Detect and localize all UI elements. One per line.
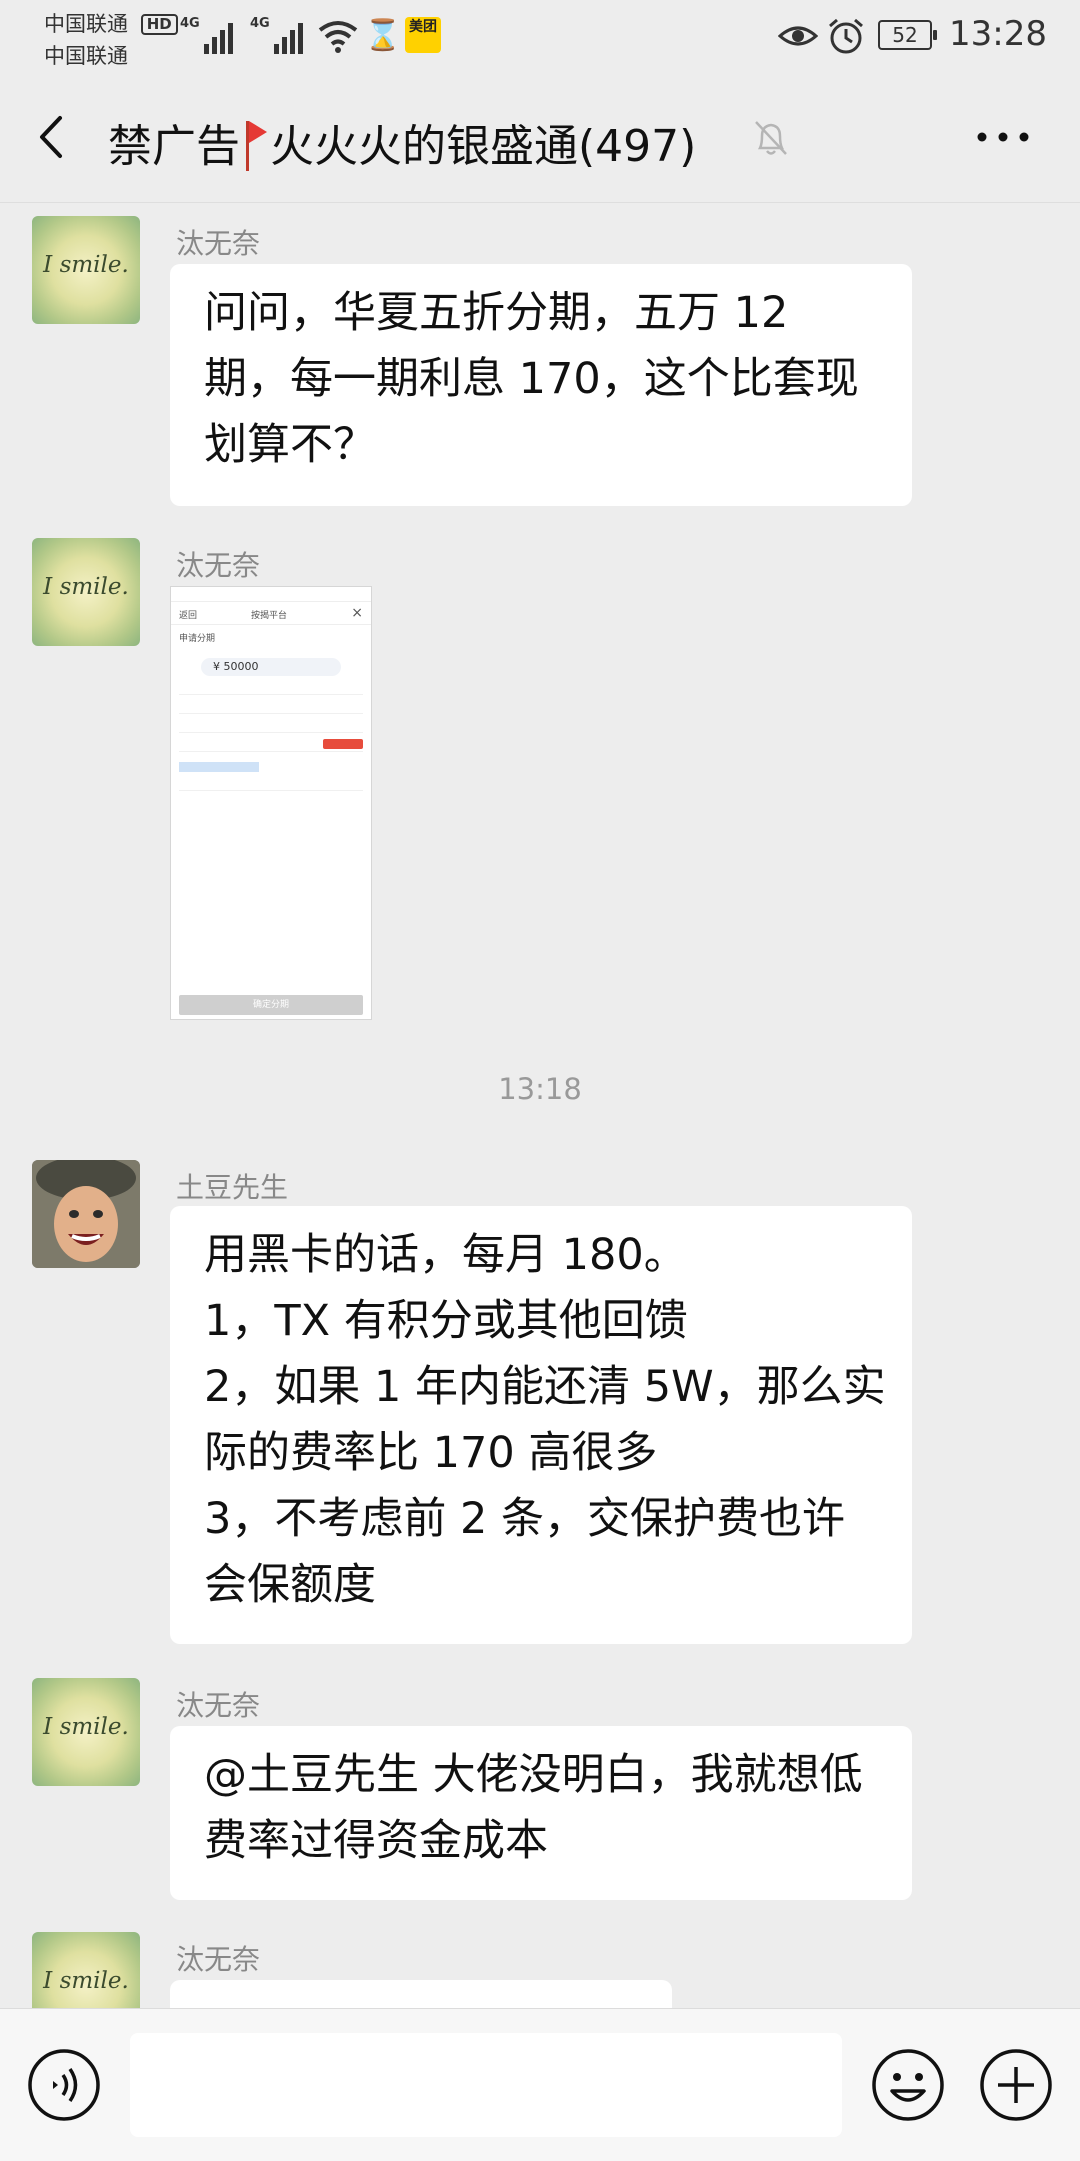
message-line: 用黑卡的话，每月 180。 — [204, 1230, 687, 1280]
carrier-1: 中国联通 HD — [44, 8, 178, 38]
wifi-icon — [318, 21, 358, 53]
avatar-text: I smile. — [43, 574, 129, 600]
carrier-1-label: 中国联通 — [44, 12, 128, 36]
image-confirm-button: 确定分期 — [179, 995, 363, 1015]
sender-name: 土豆先生 — [176, 1171, 289, 1204]
close-icon: × — [351, 605, 363, 621]
input-bar — [0, 2008, 1080, 2161]
chat-title: 禁广告 火火火的银盛通(497) — [108, 110, 696, 174]
message-text: @土豆先生 大佬没明白，我就想低费率过得资金成本 — [204, 1750, 863, 1866]
message-bubble[interactable]: @土豆先生 大佬没明白，我就想低费率过得资金成本 — [170, 1726, 912, 1900]
avatar[interactable]: I smile. — [32, 1678, 140, 1786]
avatar-text: I smile. — [43, 1968, 129, 1994]
signal-2-label: 4G — [250, 16, 270, 31]
chat-title-main: 火火火的银盛通(497) — [270, 121, 697, 172]
avatar[interactable]: I smile. — [32, 538, 140, 646]
image-title: 按揭平台 — [251, 611, 288, 621]
sender-name: 汰无奈 — [176, 227, 261, 260]
chevron-left-icon[interactable] — [30, 112, 80, 162]
meituan-app-icon: 美团 — [405, 17, 441, 53]
avatar[interactable] — [32, 1160, 140, 1268]
message-line: 2，如果 1 年内能还清 5W，那么实际的费率比 170 高很多 — [204, 1362, 886, 1478]
message-text: 问问，华夏五折分期，五万 12 期，每一期利息 170，这个比套现划算不？ — [204, 288, 859, 470]
image-section-title: 申请分期 — [179, 634, 216, 644]
sender-name: 汰无奈 — [176, 549, 261, 582]
image-back-label: 返回 — [179, 611, 198, 621]
more-dots-icon[interactable] — [975, 130, 1031, 144]
image-message[interactable]: 返回 按揭平台 × 申请分期 ¥ 50000 确定分期 — [170, 586, 372, 1020]
emoji-icon[interactable] — [870, 2047, 946, 2123]
signal-icon: 4G — [250, 16, 303, 54]
message-input[interactable] — [130, 2033, 842, 2137]
avatar-text: I smile. — [43, 1714, 129, 1740]
message-line: 1，TX 有积分或其他回馈 — [204, 1296, 688, 1346]
carrier-2: 中国联通 — [44, 44, 128, 68]
avatar[interactable]: I smile. — [32, 216, 140, 324]
timestamp: 13:18 — [498, 1072, 582, 1106]
image-amount: ¥ 50000 — [201, 658, 341, 676]
hourglass-icon: ⌛ — [364, 18, 402, 53]
message-bubble[interactable]: 用黑卡的话，每月 180。 1，TX 有积分或其他回馈 2，如果 1 年内能还清… — [170, 1206, 912, 1644]
voice-icon[interactable] — [26, 2047, 102, 2123]
status-bar: 中国联通 HD 中国联通 4G 4G ⌛ 美团 52 13:28 — [0, 0, 1080, 72]
alarm-icon — [829, 18, 863, 54]
meituan-label: 美团 — [409, 19, 437, 35]
eye-icon — [778, 26, 818, 46]
chat-title-prefix: 禁广告 — [108, 121, 240, 172]
face-avatar-image — [32, 1160, 140, 1268]
plus-icon[interactable] — [978, 2047, 1054, 2123]
signal-1-label: 4G — [180, 16, 200, 31]
signal-icon: 4G — [180, 16, 233, 54]
hd-badge: HD — [140, 14, 178, 35]
bell-off-icon — [755, 121, 787, 155]
battery-icon: 52 — [878, 20, 937, 50]
red-flag-icon — [244, 119, 267, 171]
message-bubble[interactable]: 问问，华夏五折分期，五万 12 期，每一期利息 170，这个比套现划算不？ — [170, 264, 912, 506]
status-time: 13:28 — [949, 14, 1047, 54]
sender-name: 汰无奈 — [176, 1689, 261, 1722]
sender-name: 汰无奈 — [176, 1943, 261, 1976]
chat-header: 禁广告 火火火的银盛通(497) — [0, 72, 1080, 203]
message-line: 3，不考虑前 2 条，交保护费也许会保额度 — [204, 1494, 846, 1610]
avatar-text: I smile. — [43, 252, 129, 278]
